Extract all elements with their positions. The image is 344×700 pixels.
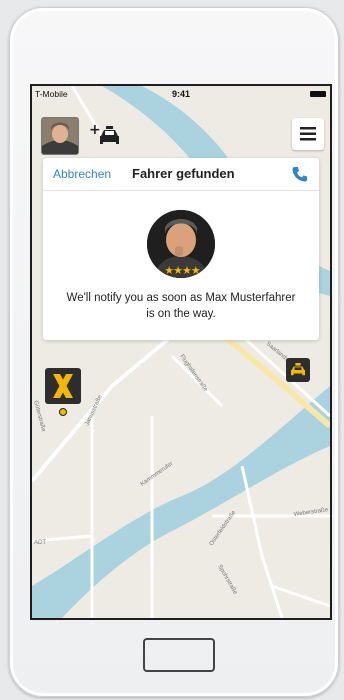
battery-icon <box>310 91 326 97</box>
menu-button[interactable] <box>292 118 324 150</box>
cancel-button[interactable]: Abbrechen <box>53 167 111 181</box>
status-bar: T-Mobile 9:41 <box>32 86 330 102</box>
user-avatar[interactable] <box>41 117 79 155</box>
svg-text:+: + <box>89 122 101 138</box>
card-title: Fahrer gefunden <box>132 166 235 181</box>
taxi-icon <box>291 363 305 376</box>
plus-car-icon: + <box>89 122 119 144</box>
hamburger-icon <box>300 127 316 141</box>
rating-stars: ★★★★ <box>164 265 200 277</box>
card-header: Abbrechen Fahrer gefunden <box>43 158 319 191</box>
driver-found-card: Abbrechen Fahrer gefunden ★★★★ We'll not… <box>43 158 319 340</box>
clock: 9:41 <box>171 89 190 99</box>
map-label-adt: ADT <box>34 540 46 546</box>
phone-icon[interactable] <box>291 165 309 183</box>
pickup-marker[interactable] <box>45 368 81 404</box>
add-taxi-button[interactable]: + <box>89 120 121 148</box>
pickup-location-dot <box>59 408 67 416</box>
x-logo-icon <box>53 374 73 398</box>
app-screen: Saarlandstraße Flughafenstraße Kammmeruf… <box>30 84 332 620</box>
taxi-marker[interactable] <box>286 358 310 382</box>
face-icon <box>42 118 78 154</box>
notify-message: We'll notify you as soon as Max Musterfa… <box>66 292 296 320</box>
home-button[interactable] <box>143 638 215 672</box>
